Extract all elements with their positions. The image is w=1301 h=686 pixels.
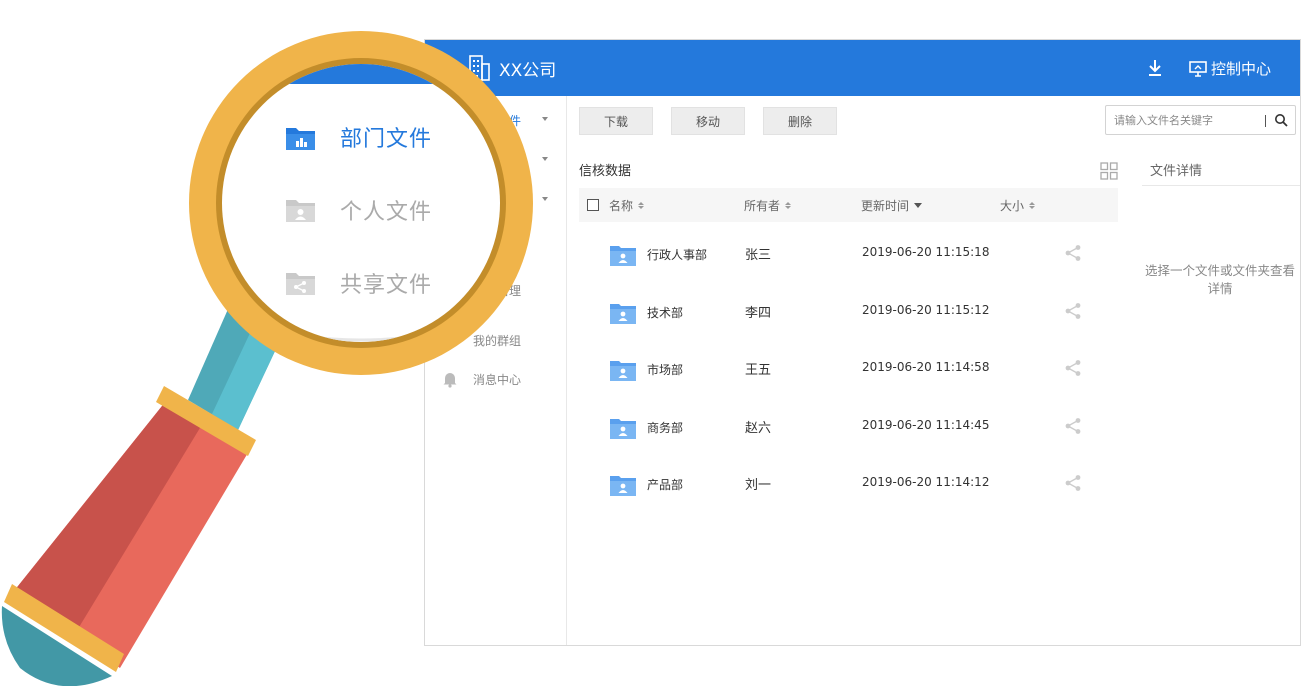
file-detail-empty-text: 选择一个文件或文件夹查看详情 (1144, 263, 1295, 296)
search-input[interactable] (1114, 112, 1262, 129)
column-owner[interactable]: 所有者 (744, 197, 792, 214)
magnifier-cap (1, 606, 112, 686)
table-row[interactable]: 产品部 刘一 2019-06-20 11:14:12 (579, 455, 1118, 512)
company-brand[interactable]: XX公司 (467, 54, 556, 82)
table-row[interactable]: 行政人事部 张三 2019-06-20 11:15:18 (579, 225, 1118, 282)
control-center-label: 控制中心 (1211, 60, 1272, 78)
sidebar-item-messages[interactable]: 消息中心 (441, 369, 521, 389)
file-owner: 赵六 (745, 420, 772, 436)
file-updated: 2019-06-20 11:14:45 (862, 417, 990, 432)
column-label: 大小 (1000, 199, 1025, 213)
breadcrumb[interactable]: 信核数据 (579, 160, 631, 179)
file-name[interactable]: 技术部 (647, 304, 683, 321)
delete-button[interactable]: 删除 (763, 107, 837, 135)
column-label: 更新时间 (861, 199, 910, 213)
select-all-checkbox[interactable] (587, 199, 599, 211)
table-row[interactable]: 商务部 赵六 2019-06-20 11:14:45 (579, 398, 1118, 455)
share-icon[interactable] (1063, 301, 1083, 321)
lens-label-shared: 共享文件 (340, 273, 433, 298)
file-updated: 2019-06-20 11:14:12 (862, 475, 990, 489)
bell-icon (443, 373, 457, 388)
share-icon[interactable] (1063, 416, 1083, 436)
sort-desc-icon (914, 203, 923, 208)
file-name[interactable]: 市场部 (647, 361, 683, 378)
file-updated: 2019-06-20 11:15:12 (862, 302, 990, 317)
search-divider (1265, 115, 1266, 127)
column-label: 所有者 (744, 199, 781, 213)
share-icon[interactable] (1063, 358, 1083, 378)
folder-icon (610, 361, 636, 381)
download-button[interactable]: 下载 (579, 107, 653, 135)
magnifier-shaft (188, 300, 284, 430)
shared-folder-icon (286, 273, 315, 295)
sidebar: 件 管理 我的群组 消息中心 (425, 96, 567, 645)
lens-label-department: 部门文件 (340, 127, 433, 152)
column-updated[interactable]: 更新时间 (861, 197, 923, 214)
sort-icon (638, 202, 645, 209)
search-box (1105, 105, 1296, 135)
chevron-down-icon[interactable] (542, 117, 548, 121)
file-owner: 王五 (745, 363, 772, 378)
control-center-button[interactable]: 控制中心 (1189, 58, 1271, 79)
file-updated: 2019-06-20 11:15:18 (862, 245, 990, 259)
download-icon[interactable] (1145, 58, 1165, 78)
monitor-icon (1189, 60, 1207, 77)
company-name: XX公司 (499, 60, 557, 81)
sidebar-item-my-groups[interactable]: 我的群组 (441, 330, 521, 350)
sort-icon (1029, 202, 1036, 209)
share-icon[interactable] (1063, 243, 1083, 263)
personal-folder-icon (286, 200, 315, 222)
lens-label-personal: 个人文件 (340, 200, 433, 225)
app-window: XX公司 控制中心 件 管理 我的群组 消息中心 下载 移动 删除 请输入文件名… (424, 39, 1301, 646)
column-label: 名称 (609, 199, 634, 213)
file-name[interactable]: 行政人事部 (647, 246, 707, 263)
sidebar-item-label: 我的群组 (473, 333, 522, 348)
building-icon (469, 55, 490, 81)
folder-icon (610, 476, 636, 496)
chevron-down-icon[interactable] (542, 197, 548, 201)
magnifier-handle (10, 396, 252, 668)
column-size[interactable]: 大小 (1000, 197, 1036, 214)
search-icon[interactable] (1274, 113, 1288, 127)
table-header: 名称 所有者 更新时间 大小 (579, 188, 1118, 222)
top-bar: XX公司 控制中心 (425, 40, 1300, 96)
folder-icon (610, 246, 636, 266)
file-owner: 张三 (745, 248, 772, 263)
sidebar-item-files-fragment[interactable]: 件 (509, 112, 521, 129)
sort-icon (785, 202, 792, 209)
grid-view-icon[interactable] (1100, 162, 1118, 180)
folder-icon (610, 418, 636, 439)
share-icon[interactable] (1063, 473, 1083, 493)
file-name[interactable]: 产品部 (647, 476, 683, 493)
move-button[interactable]: 移动 (671, 107, 745, 135)
file-name[interactable]: 商务部 (647, 419, 683, 436)
column-name[interactable]: 名称 (609, 197, 645, 214)
table-row[interactable]: 市场部 王五 2019-06-20 11:14:58 (579, 340, 1118, 397)
table-row[interactable]: 技术部 李四 2019-06-20 11:15:12 (579, 283, 1118, 340)
sidebar-item-manage-fragment[interactable]: 管理 (497, 282, 521, 299)
file-detail-title: 文件详情 (1142, 152, 1300, 186)
file-owner: 刘一 (745, 478, 772, 493)
folder-icon (610, 303, 636, 324)
sidebar-item-label: 消息中心 (473, 372, 522, 387)
file-owner: 李四 (745, 305, 772, 321)
file-updated: 2019-06-20 11:14:58 (862, 360, 990, 374)
department-folder-icon (286, 128, 315, 150)
chevron-down-icon[interactable] (542, 157, 548, 161)
